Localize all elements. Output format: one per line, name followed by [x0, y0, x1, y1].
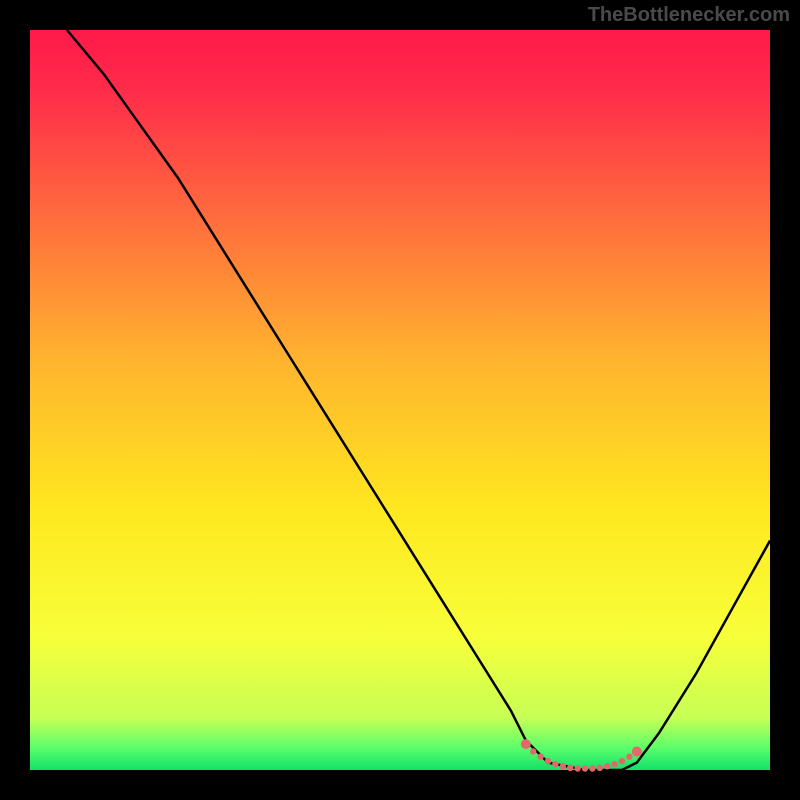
marker-dot [521, 739, 531, 749]
marker-dot [611, 761, 617, 767]
marker-dot [626, 754, 632, 760]
marker-dot [567, 765, 573, 771]
marker-dot [560, 763, 566, 769]
marker-dot [545, 758, 551, 764]
plot-background [30, 30, 770, 770]
marker-dot [582, 765, 588, 771]
watermark-text: TheBottlenecker.com [588, 4, 790, 27]
marker-dot [604, 763, 610, 769]
marker-dot [530, 748, 536, 754]
chart-frame: TheBottlenecker.com [0, 0, 800, 800]
marker-dot [537, 754, 543, 760]
marker-dot [597, 765, 603, 771]
marker-dot [632, 747, 642, 757]
marker-dot [619, 758, 625, 764]
marker-dot [589, 765, 595, 771]
marker-dot [574, 765, 580, 771]
marker-dot [552, 761, 558, 767]
bottleneck-chart [0, 0, 800, 800]
